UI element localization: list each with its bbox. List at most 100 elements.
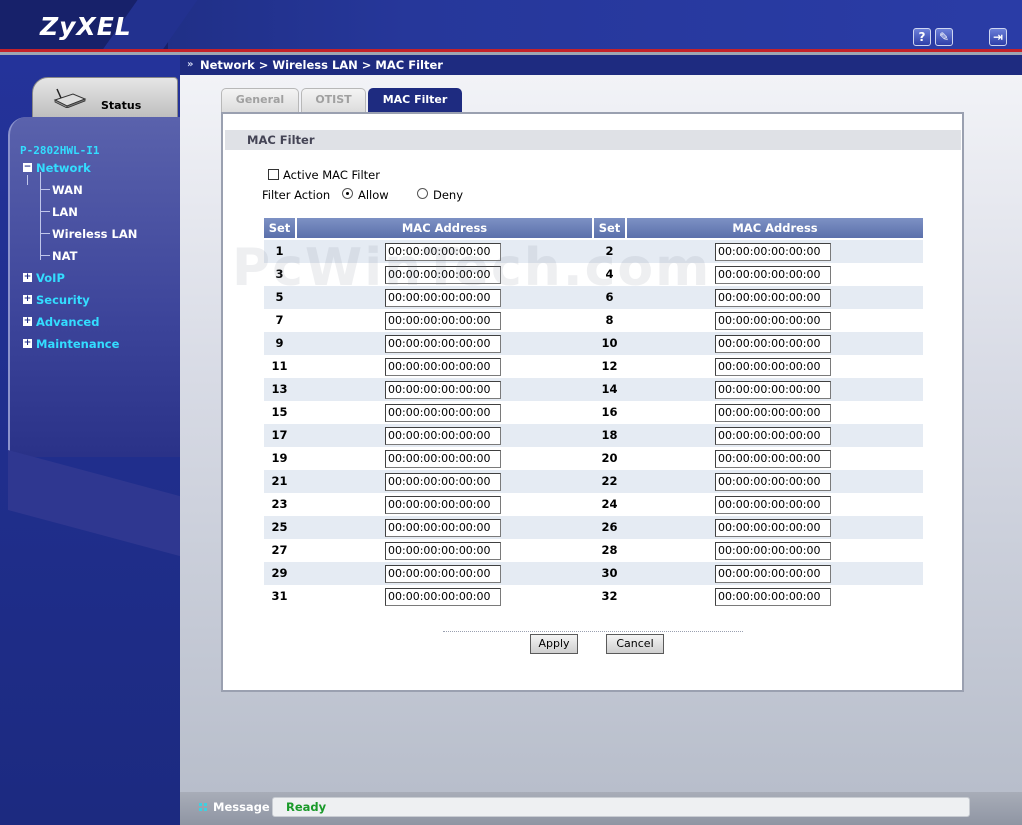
mac-address-input[interactable]: 00:00:00:00:00:00 bbox=[385, 565, 501, 583]
router-icon bbox=[53, 88, 87, 108]
watermark: PcWinTech.com bbox=[232, 238, 712, 298]
apply-button[interactable]: Apply bbox=[530, 634, 578, 654]
mac-address-input[interactable]: 00:00:00:00:00:00 bbox=[385, 496, 501, 514]
mac-address-input[interactable]: 00:00:00:00:00:00 bbox=[385, 312, 501, 330]
mac-address-input[interactable]: 00:00:00:00:00:00 bbox=[715, 358, 831, 376]
mac-address-input[interactable]: 00:00:00:00:00:00 bbox=[715, 312, 831, 330]
table-row: 27 00:00:00:00:00:00 28 00:00:00:00:00:00 bbox=[264, 539, 923, 562]
mac-address-input[interactable]: 00:00:00:00:00:00 bbox=[385, 358, 501, 376]
mac-address-input[interactable]: 00:00:00:00:00:00 bbox=[715, 381, 831, 399]
deny-radio[interactable] bbox=[417, 188, 428, 199]
sidebar: Status P-2802HWL-I1 − Network WAN LAN Wi… bbox=[0, 55, 180, 825]
allow-label: Allow bbox=[358, 188, 389, 202]
mac-address-input[interactable]: 00:00:00:00:00:00 bbox=[715, 404, 831, 422]
nav-panel bbox=[8, 117, 180, 457]
mac-address-input[interactable]: 00:00:00:00:00:00 bbox=[385, 450, 501, 468]
mac-address-input[interactable]: 00:00:00:00:00:00 bbox=[385, 519, 501, 537]
set-number: 13 bbox=[271, 382, 288, 396]
message-status: Ready bbox=[272, 797, 970, 817]
set-number: 12 bbox=[601, 359, 618, 373]
mac-address-input[interactable]: 00:00:00:00:00:00 bbox=[715, 519, 831, 537]
header-set-right: Set bbox=[594, 218, 625, 238]
expand-icon[interactable]: + bbox=[23, 273, 32, 282]
mac-address-input[interactable]: 00:00:00:00:00:00 bbox=[385, 404, 501, 422]
set-number: 28 bbox=[601, 543, 618, 557]
expand-icon[interactable]: + bbox=[23, 295, 32, 304]
mac-address-input[interactable]: 00:00:00:00:00:00 bbox=[715, 289, 831, 307]
table-row: 23 00:00:00:00:00:00 24 00:00:00:00:00:00 bbox=[264, 493, 923, 516]
mac-address-input[interactable]: 00:00:00:00:00:00 bbox=[385, 473, 501, 491]
top-banner: ZyXEL ? ✎ ⇥ bbox=[0, 0, 1022, 52]
mac-address-input[interactable]: 00:00:00:00:00:00 bbox=[385, 588, 501, 606]
set-number: 9 bbox=[275, 336, 284, 350]
set-number: 22 bbox=[601, 474, 618, 488]
set-number: 14 bbox=[601, 382, 618, 396]
mac-address-input[interactable]: 00:00:00:00:00:00 bbox=[385, 427, 501, 445]
nav-nat[interactable]: NAT bbox=[52, 249, 77, 263]
mac-address-input[interactable]: 00:00:00:00:00:00 bbox=[715, 450, 831, 468]
mac-address-input[interactable]: 00:00:00:00:00:00 bbox=[715, 473, 831, 491]
table-row: 11 00:00:00:00:00:00 12 00:00:00:00:00:00 bbox=[264, 355, 923, 378]
nav-security[interactable]: Security bbox=[36, 293, 90, 307]
table-row: 25 00:00:00:00:00:00 26 00:00:00:00:00:00 bbox=[264, 516, 923, 539]
set-number: 7 bbox=[275, 313, 284, 327]
expand-icon[interactable]: + bbox=[23, 339, 32, 348]
mac-address-input[interactable]: 00:00:00:00:00:00 bbox=[385, 381, 501, 399]
mac-address-input[interactable]: 00:00:00:00:00:00 bbox=[715, 565, 831, 583]
wizard-icon[interactable]: ✎ bbox=[935, 28, 953, 46]
table-row: 13 00:00:00:00:00:00 14 00:00:00:00:00:00 bbox=[264, 378, 923, 401]
divider bbox=[443, 631, 743, 632]
breadcrumb: » Network > Wireless LAN > MAC Filter bbox=[180, 55, 1022, 75]
mac-address-input[interactable]: 00:00:00:00:00:00 bbox=[715, 335, 831, 353]
nav-wireless-lan[interactable]: Wireless LAN bbox=[52, 227, 137, 241]
set-number: 8 bbox=[605, 313, 614, 327]
set-number: 25 bbox=[271, 520, 288, 534]
device-name: P-2802HWL-I1 bbox=[20, 144, 100, 157]
mac-address-input[interactable]: 00:00:00:00:00:00 bbox=[385, 335, 501, 353]
expand-icon[interactable]: + bbox=[23, 317, 32, 326]
mac-address-input[interactable]: 00:00:00:00:00:00 bbox=[385, 542, 501, 560]
mac-address-input[interactable]: 00:00:00:00:00:00 bbox=[715, 266, 831, 284]
mac-address-input[interactable]: 00:00:00:00:00:00 bbox=[715, 496, 831, 514]
tab-general[interactable]: General bbox=[221, 88, 299, 112]
allow-radio[interactable] bbox=[342, 188, 353, 199]
header-mac-left: MAC Address bbox=[297, 218, 592, 238]
nav-network[interactable]: Network bbox=[36, 161, 91, 175]
nav-lan[interactable]: LAN bbox=[52, 205, 78, 219]
table-row: 21 00:00:00:00:00:00 22 00:00:00:00:00:00 bbox=[264, 470, 923, 493]
set-number: 31 bbox=[271, 589, 288, 603]
nav-maintenance[interactable]: Maintenance bbox=[36, 337, 119, 351]
set-number: 16 bbox=[601, 405, 618, 419]
set-number: 19 bbox=[271, 451, 288, 465]
nav-voip[interactable]: VoIP bbox=[36, 271, 65, 285]
table-row: 7 00:00:00:00:00:00 8 00:00:00:00:00:00 bbox=[264, 309, 923, 332]
mac-address-input[interactable]: 00:00:00:00:00:00 bbox=[715, 427, 831, 445]
logout-icon[interactable]: ⇥ bbox=[989, 28, 1007, 46]
nav-wan[interactable]: WAN bbox=[52, 183, 83, 197]
panel-title: MAC Filter bbox=[225, 130, 961, 150]
main-content: General OTIST MAC Filter MAC Filter Acti… bbox=[180, 75, 1022, 792]
mac-address-input[interactable]: 00:00:00:00:00:00 bbox=[715, 243, 831, 261]
table-row: 19 00:00:00:00:00:00 20 00:00:00:00:00:00 bbox=[264, 447, 923, 470]
active-mac-filter-label: Active MAC Filter bbox=[283, 168, 380, 182]
help-icon[interactable]: ? bbox=[913, 28, 931, 46]
breadcrumb-arrow-icon: » bbox=[187, 59, 194, 70]
filter-action-label: Filter Action bbox=[262, 188, 331, 202]
set-number: 29 bbox=[271, 566, 288, 580]
tab-otist[interactable]: OTIST bbox=[301, 88, 366, 112]
breadcrumb-text: Network > Wireless LAN > MAC Filter bbox=[200, 58, 443, 72]
table-row: 29 00:00:00:00:00:00 30 00:00:00:00:00:00 bbox=[264, 562, 923, 585]
mac-address-input[interactable]: 00:00:00:00:00:00 bbox=[715, 542, 831, 560]
zyxel-logo: ZyXEL bbox=[40, 12, 132, 41]
collapse-icon[interactable]: − bbox=[23, 163, 32, 172]
active-mac-filter-checkbox[interactable] bbox=[268, 169, 279, 180]
table-row: 31 00:00:00:00:00:00 32 00:00:00:00:00:00 bbox=[264, 585, 923, 608]
cancel-button[interactable]: Cancel bbox=[606, 634, 664, 654]
message-bar: Message Ready bbox=[180, 792, 1022, 825]
set-number: 24 bbox=[601, 497, 618, 511]
nav-advanced[interactable]: Advanced bbox=[36, 315, 99, 329]
table-row: 17 00:00:00:00:00:00 18 00:00:00:00:00:00 bbox=[264, 424, 923, 447]
tab-mac-filter[interactable]: MAC Filter bbox=[368, 88, 462, 112]
mac-address-input[interactable]: 00:00:00:00:00:00 bbox=[715, 588, 831, 606]
set-number: 30 bbox=[601, 566, 618, 580]
